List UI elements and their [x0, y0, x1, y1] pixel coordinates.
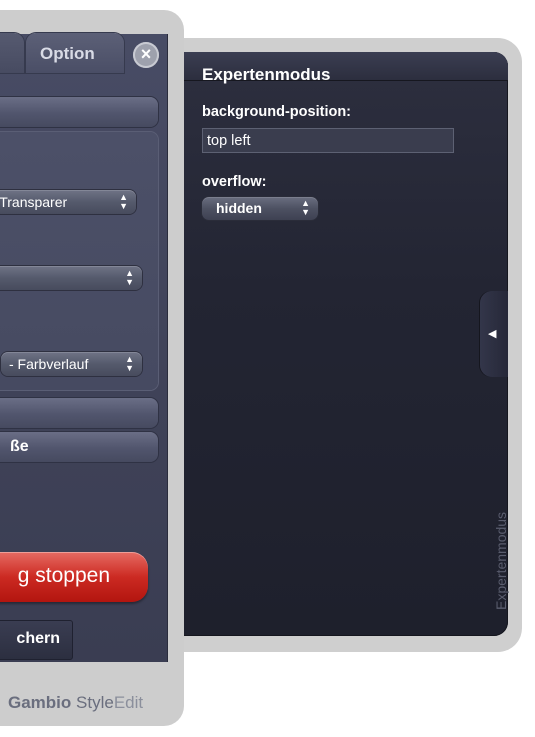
tab-previous[interactable] [0, 33, 24, 73]
select-arrows-icon: ▲ ▼ [119, 192, 128, 211]
background-position-input[interactable] [202, 128, 454, 153]
settings-group: ne Transparer ▲▼ ▲▼ - Farbverlauf ▲▼ [0, 132, 158, 390]
select-arrows-icon: ▲ ▼ [125, 268, 134, 287]
close-button[interactable]: × [133, 42, 159, 68]
stop-button[interactable]: g stoppen [0, 552, 148, 602]
footer-brand: Gambio StyleEdit [8, 693, 143, 713]
section-header-size[interactable]: ße [0, 432, 158, 462]
expert-panel: Expertenmodus background-position: overf… [160, 52, 508, 636]
save-button[interactable]: chern [0, 620, 73, 660]
section-header-size-label: ße [10, 438, 29, 455]
expert-mode-vertical-label: Expertenmodus [493, 511, 509, 610]
tab-option-label: Option [40, 44, 95, 63]
select-arrows-icon: ▲ ▼ [301, 198, 310, 217]
background-color-select-value: ne Transparer [0, 194, 68, 210]
brand-style: Style [76, 693, 114, 712]
stop-button-label: g stoppen [17, 564, 110, 587]
overflow-select[interactable]: hidden ▲ ▼ [202, 197, 318, 220]
collapse-expert-panel-tab[interactable]: ◀ [480, 291, 508, 377]
section-header-collapsed[interactable] [0, 398, 158, 428]
gradient-select-value: - Farbverlauf [9, 356, 89, 372]
overflow-label: overflow: [202, 174, 267, 190]
close-icon: × [140, 44, 152, 64]
expert-panel-title: Expertenmodus [202, 65, 331, 84]
overflow-select-value: hidden [216, 200, 262, 216]
save-button-label: chern [16, 630, 60, 647]
background-color-select[interactable]: ne Transparer ▲▼ [0, 190, 136, 214]
brand-edit: Edit [113, 693, 144, 712]
select-arrows-icon: ▲ ▼ [125, 354, 134, 373]
middle-select[interactable]: ▲ ▼ [0, 266, 142, 290]
section-header-top[interactable] [0, 97, 158, 127]
brand-name: Gambio [8, 693, 72, 712]
gradient-select[interactable]: - Farbverlauf ▲ ▼ [1, 352, 142, 376]
background-position-label: background-position: [202, 104, 352, 120]
collapse-left-icon: ◀ [488, 328, 497, 340]
tab-option[interactable]: Option [26, 33, 124, 73]
